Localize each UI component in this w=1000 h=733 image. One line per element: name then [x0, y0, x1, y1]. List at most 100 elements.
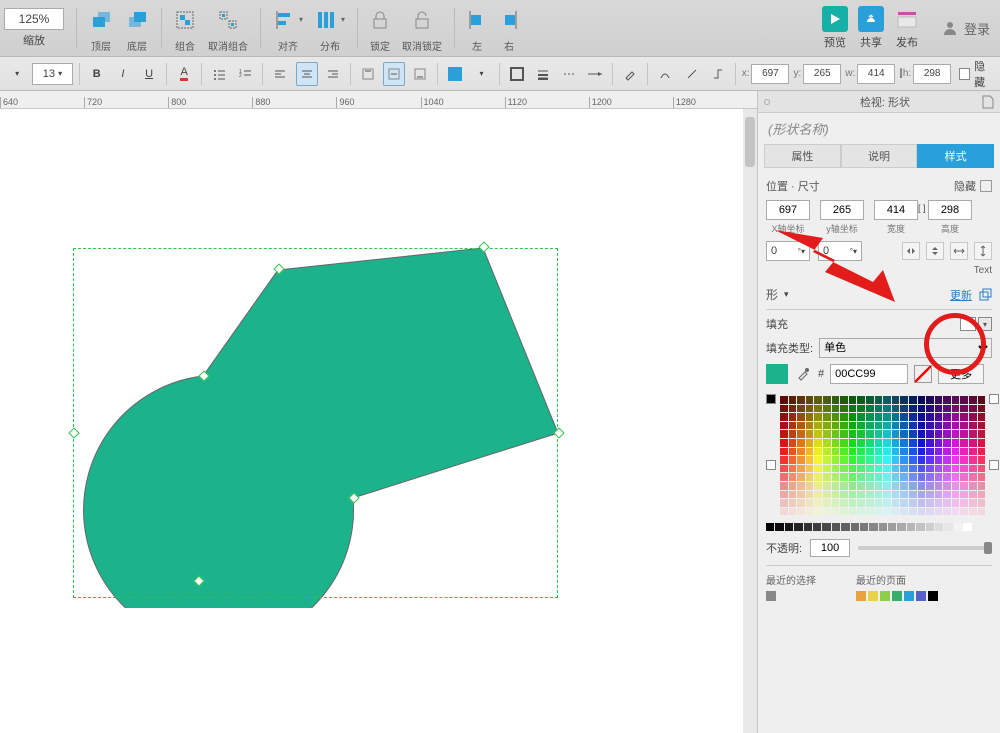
panel-hide-label: 隐藏 — [954, 178, 976, 194]
rotation-1-input[interactable]: 0°▾ — [766, 241, 810, 261]
recent-selection-label: 最近的选择 — [766, 572, 816, 587]
white-swatch-2[interactable] — [989, 394, 999, 404]
w-label: w: — [845, 68, 855, 79]
separator — [454, 8, 455, 48]
valign-middle-button[interactable] — [383, 62, 405, 86]
valign-top-button[interactable] — [357, 62, 379, 86]
fill-type-select[interactable]: 单色 — [819, 338, 992, 358]
y-input[interactable]: 265 — [803, 64, 841, 84]
bullet-list-button[interactable] — [208, 62, 230, 86]
tab-notes[interactable]: 说明 — [841, 144, 918, 168]
white-swatch[interactable] — [766, 460, 776, 470]
opacity-input[interactable] — [810, 539, 850, 557]
line-style-button[interactable] — [584, 62, 606, 86]
fill-color-button[interactable] — [444, 62, 466, 86]
italic-button[interactable]: I — [112, 62, 134, 86]
align-left-text-button[interactable] — [269, 62, 291, 86]
fit-height-icon[interactable] — [974, 242, 992, 260]
layer-back-button[interactable]: 底层 — [125, 4, 149, 53]
eyedropper-icon[interactable] — [794, 365, 812, 383]
publish-label: 发布 — [896, 34, 918, 50]
copy-style-icon[interactable] — [978, 288, 992, 302]
distribute-button[interactable]: ▾ 分布 — [315, 4, 345, 53]
align-center-text-button[interactable] — [296, 62, 318, 86]
separator — [76, 8, 77, 48]
page-icon[interactable] — [982, 95, 994, 109]
connector-1-button[interactable] — [654, 62, 676, 86]
recent-page-swatches[interactable] — [856, 591, 938, 601]
ungroup-button[interactable]: 取消组合 — [208, 4, 248, 53]
share-button[interactable]: 共享 — [858, 6, 884, 50]
distribute-label: 分布 — [320, 38, 340, 53]
panel-w-input[interactable] — [874, 200, 918, 220]
border-color-button[interactable] — [506, 62, 528, 86]
unlock-button[interactable]: 取消锁定 — [402, 4, 442, 53]
panel-dot-icon — [764, 99, 770, 105]
fill-target-picker[interactable]: ▾ — [960, 317, 992, 331]
align-button[interactable]: ▾ 对齐 — [273, 4, 303, 53]
grayscale-row[interactable] — [766, 523, 992, 531]
panel-hide-checkbox[interactable] — [980, 180, 992, 192]
inspector-panel: 检视: 形状 (形状名称) 属性 说明 样式 位置 · 尺寸 隐藏 X轴坐标 y… — [757, 91, 1000, 733]
flip-h-icon[interactable] — [902, 242, 920, 260]
group-button[interactable]: 组合 — [174, 4, 196, 53]
border-width-button[interactable] — [532, 62, 554, 86]
no-fill-swatch[interactable] — [914, 365, 932, 383]
rotation-2-input[interactable]: 0°▾ — [818, 241, 862, 261]
panel-y-input[interactable] — [820, 200, 864, 220]
x-input[interactable]: 697 — [751, 64, 789, 84]
connector-2-button[interactable] — [680, 62, 702, 86]
fill-more-button[interactable]: ▾ — [470, 62, 492, 86]
align-left-button[interactable]: 左 — [467, 4, 487, 53]
layer-front-label: 顶层 — [91, 38, 111, 53]
lock-button[interactable]: 锁定 — [370, 4, 390, 53]
font-size-input[interactable]: 13 ▾ — [32, 63, 73, 85]
border-style-button[interactable] — [558, 62, 580, 86]
flip-v-icon[interactable] — [926, 242, 944, 260]
zoom-input[interactable]: 125% — [4, 8, 64, 30]
recent-selection-swatches[interactable] — [766, 591, 816, 601]
connector-3-button[interactable] — [707, 62, 729, 86]
align-right-text-button[interactable] — [322, 62, 344, 86]
fit-width-icon[interactable] — [950, 242, 968, 260]
publish-button[interactable]: 发布 — [894, 6, 920, 50]
w-input[interactable]: 414 — [857, 64, 895, 84]
tab-properties[interactable]: 属性 — [764, 144, 841, 168]
shape-section-toggle[interactable]: 形 — [766, 286, 778, 303]
hex-input[interactable] — [830, 364, 908, 384]
update-link[interactable]: 更新 — [950, 287, 972, 303]
group-label: 组合 — [175, 38, 195, 53]
opacity-label: 不透明: — [766, 540, 802, 556]
more-colors-button[interactable]: 更多 — [938, 364, 984, 384]
valign-bottom-button[interactable] — [409, 62, 431, 86]
layer-front-button[interactable]: 顶层 — [89, 4, 113, 53]
black-swatch[interactable] — [766, 394, 776, 404]
canvas[interactable] — [0, 109, 757, 733]
panel-x-label: X轴坐标 — [771, 222, 804, 235]
login-button[interactable]: 登录 — [942, 19, 990, 38]
color-palette[interactable] — [780, 396, 985, 515]
shape-name-field[interactable]: (形状名称) — [758, 113, 1000, 144]
opacity-slider[interactable] — [858, 546, 992, 550]
preview-button[interactable]: 预览 — [822, 6, 848, 50]
white-swatch-3[interactable] — [989, 460, 999, 470]
align-right-button[interactable]: 右 — [499, 4, 519, 53]
hide-checkbox[interactable]: 隐藏 — [959, 58, 994, 90]
font-family-dropdown[interactable]: ▾ — [6, 62, 28, 86]
eyedropper-button[interactable] — [619, 62, 641, 86]
panel-h-input[interactable] — [928, 200, 972, 220]
section-position-size: 位置 · 尺寸 — [766, 178, 820, 194]
h-input[interactable]: 298 — [913, 64, 951, 84]
font-color-button[interactable]: A — [173, 62, 195, 86]
bold-button[interactable]: B — [86, 62, 108, 86]
number-list-button[interactable]: 12 — [234, 62, 256, 86]
format-toolbar: ▾ 13 ▾ B I U A 12 ▾ x:697 y:265 w:414 []… — [0, 57, 1000, 91]
panel-x-input[interactable] — [766, 200, 810, 220]
login-label: 登录 — [964, 19, 990, 38]
separator — [260, 8, 261, 48]
underline-button[interactable]: U — [138, 62, 160, 86]
tab-style[interactable]: 样式 — [917, 144, 994, 168]
vertical-scrollbar[interactable] — [743, 109, 757, 733]
recent-page-label: 最近的页面 — [856, 572, 938, 587]
selection-box — [73, 248, 558, 598]
